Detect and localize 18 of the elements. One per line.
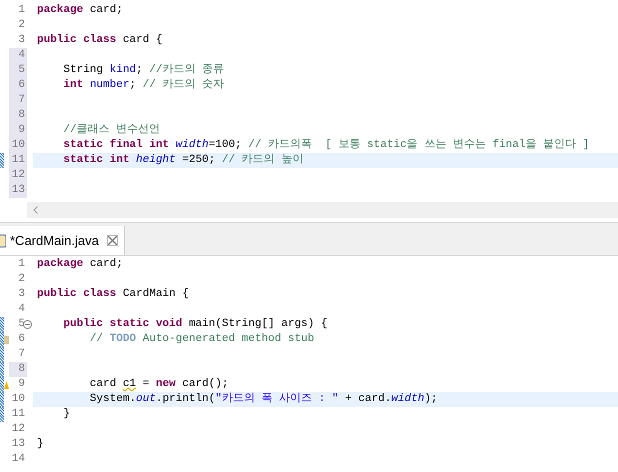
line-number: 8	[9, 362, 27, 377]
line-number: 9	[9, 123, 27, 138]
editor-tab[interactable]: *CardMain.java	[0, 226, 125, 255]
line-number: 5	[9, 63, 27, 78]
horizontal-scrollbar[interactable]	[27, 202, 618, 218]
line-number: 12	[9, 168, 27, 183]
scroll-left-icon[interactable]	[33, 206, 38, 214]
line-number: 4	[9, 48, 27, 63]
line-number: 7	[9, 93, 27, 108]
collapse-icon[interactable]	[23, 320, 32, 329]
close-icon[interactable]	[106, 235, 118, 246]
line-number: 10	[9, 138, 27, 153]
line-number: 11	[9, 153, 27, 168]
task-icon	[4, 336, 9, 344]
line-number: 13	[9, 183, 27, 198]
line-number: 8	[9, 108, 27, 123]
java-file-icon	[0, 234, 6, 248]
line-number: 6	[9, 78, 27, 93]
